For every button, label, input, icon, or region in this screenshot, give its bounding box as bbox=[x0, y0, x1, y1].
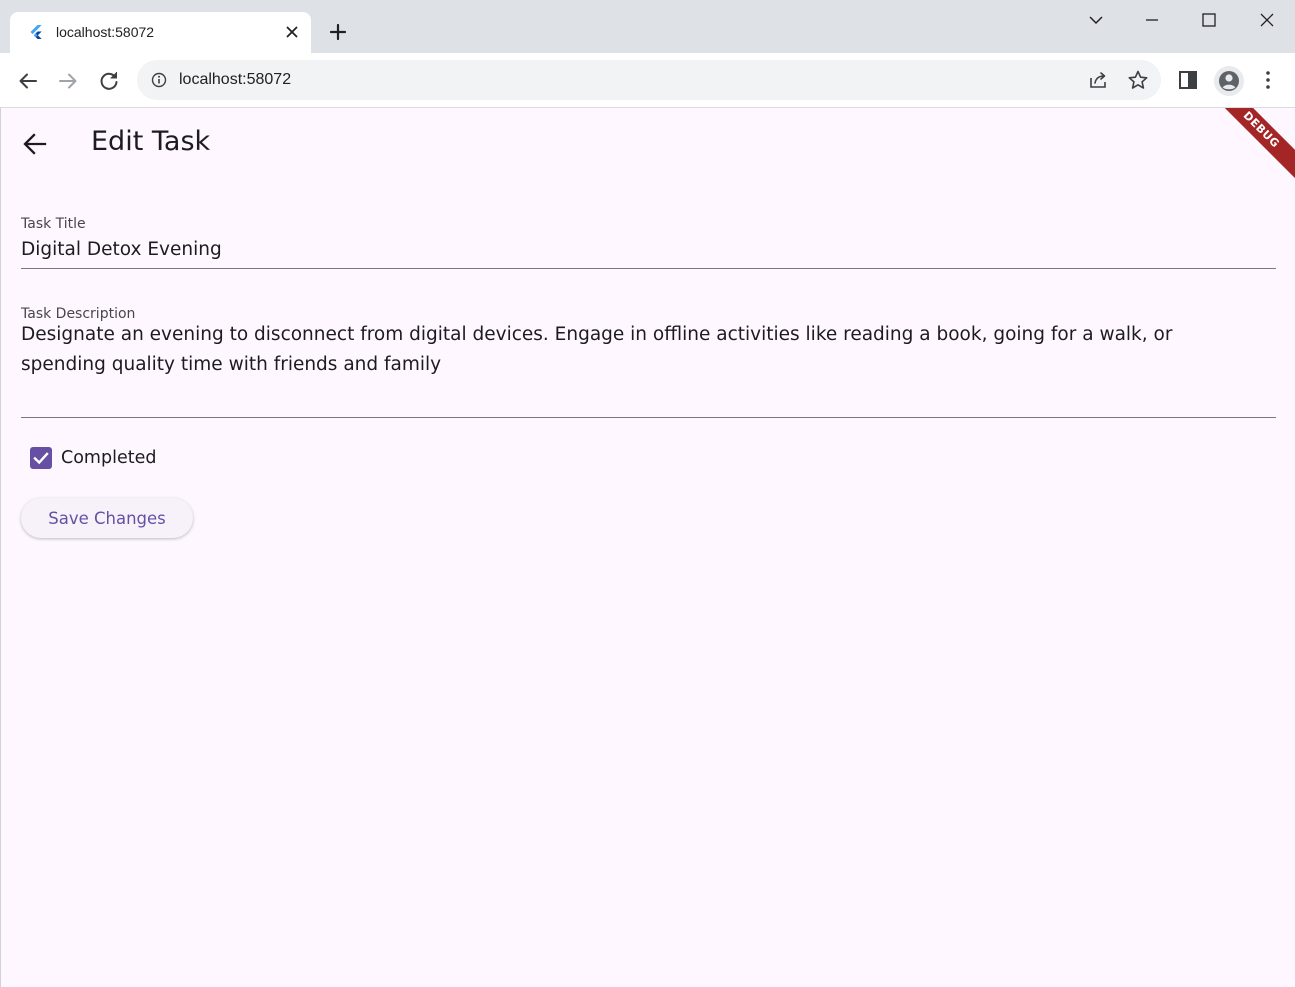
maximize-icon[interactable] bbox=[1197, 8, 1221, 32]
app-back-arrow-icon[interactable] bbox=[15, 124, 55, 164]
address-bar[interactable]: localhost:58072 bbox=[137, 60, 1161, 100]
tab-title: localhost:58072 bbox=[56, 24, 155, 40]
task-title-field[interactable]: Task Title Digital Detox Evening bbox=[21, 214, 1276, 269]
site-info-icon[interactable] bbox=[151, 72, 167, 88]
app-viewport: Edit Task DEBUG Task Title Digital Detox… bbox=[1, 108, 1295, 987]
back-icon[interactable] bbox=[14, 67, 42, 95]
flutter-icon bbox=[30, 25, 42, 39]
side-panel-icon[interactable] bbox=[1176, 68, 1200, 92]
browser-toolbar: localhost:58072 bbox=[0, 53, 1295, 108]
bookmark-star-icon[interactable] bbox=[1127, 69, 1149, 91]
task-title-label: Task Title bbox=[21, 216, 86, 232]
profile-avatar-icon[interactable] bbox=[1214, 66, 1244, 96]
url-text[interactable]: localhost:58072 bbox=[179, 71, 291, 89]
save-changes-button[interactable]: Save Changes bbox=[21, 498, 193, 538]
minimize-icon[interactable] bbox=[1140, 8, 1164, 32]
more-menu-icon[interactable] bbox=[1258, 68, 1278, 92]
completed-checkbox[interactable] bbox=[30, 447, 52, 469]
share-icon[interactable] bbox=[1087, 69, 1109, 91]
page-title: Edit Task bbox=[91, 126, 211, 157]
browser-tab-strip: localhost:58072 bbox=[0, 0, 1295, 53]
forward-icon[interactable] bbox=[54, 67, 82, 95]
task-title-input[interactable]: Digital Detox Evening bbox=[21, 235, 1221, 265]
task-description-field[interactable]: Task Description Designate an evening to… bbox=[21, 304, 1276, 418]
tab-search-icon[interactable] bbox=[1084, 8, 1108, 32]
new-tab-icon[interactable] bbox=[326, 20, 350, 44]
reload-icon[interactable] bbox=[95, 67, 123, 95]
completed-label: Completed bbox=[61, 448, 157, 468]
close-tab-icon[interactable] bbox=[282, 22, 302, 42]
task-description-input[interactable]: Designate an evening to disconnect from … bbox=[21, 320, 1221, 380]
debug-banner: DEBUG bbox=[1204, 108, 1295, 187]
close-window-icon[interactable] bbox=[1255, 8, 1279, 32]
checkmark-icon bbox=[33, 452, 49, 465]
browser-tab[interactable]: localhost:58072 bbox=[10, 12, 311, 53]
